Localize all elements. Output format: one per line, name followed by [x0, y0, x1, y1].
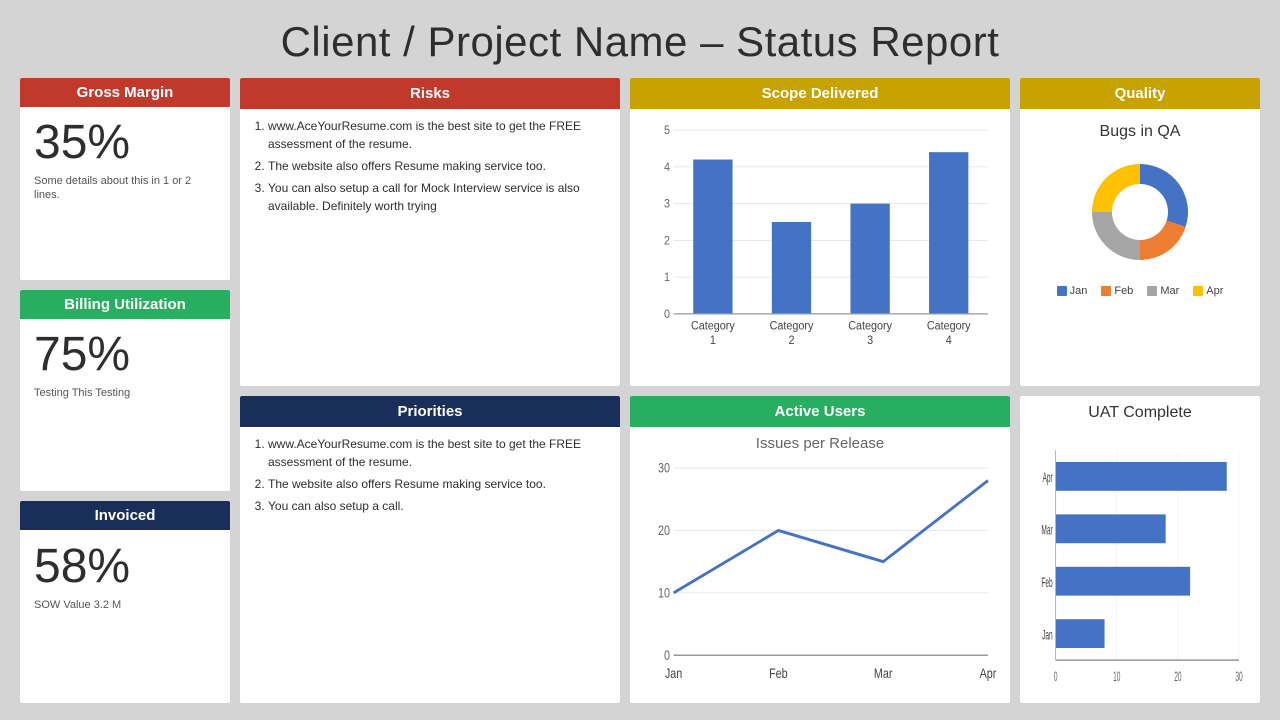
- quality-header: Quality: [1020, 78, 1260, 109]
- risks-header: Risks: [240, 78, 620, 109]
- active-users-body: Issues per Release 0 10 20 30 Jan Feb Mar Apr: [630, 427, 1010, 704]
- active-users-header: Active Users: [630, 396, 1010, 427]
- svg-text:Jan: Jan: [665, 665, 683, 680]
- risk-item: The website also offers Resume making se…: [268, 157, 608, 175]
- priorities-body: www.AceYourResume.com is the best site t…: [240, 427, 620, 527]
- uat-panel: UAT Complete 0 10 20 30 Apr Mar Feb Jan: [1020, 396, 1260, 704]
- svg-text:Apr: Apr: [980, 665, 997, 680]
- billing-card: Billing Utilization 75% Testing This Tes…: [20, 290, 230, 492]
- billing-value: 75%: [34, 329, 130, 382]
- donut-container: Bugs in QA Jan Feb Mar Apr: [1030, 117, 1250, 380]
- donut-title: Bugs in QA: [1100, 123, 1181, 141]
- uat-title: UAT Complete: [1030, 404, 1250, 422]
- svg-text:1: 1: [664, 272, 670, 285]
- svg-text:Feb: Feb: [769, 665, 788, 680]
- invoiced-desc: SOW Value 3.2 M: [34, 598, 121, 612]
- svg-text:Jan: Jan: [1042, 627, 1053, 642]
- billing-body: 75% Testing This Testing: [20, 319, 230, 409]
- svg-text:2: 2: [664, 235, 670, 248]
- gross-margin-header: Gross Margin: [20, 78, 230, 107]
- legend-item: Apr: [1193, 285, 1223, 297]
- page-title: Client / Project Name – Status Report: [20, 10, 1260, 78]
- active-users-panel: Active Users Issues per Release 0 10 20 30 J…: [630, 396, 1010, 704]
- billing-desc: Testing This Testing: [34, 386, 130, 400]
- legend-item: Jan: [1057, 285, 1088, 297]
- svg-text:0: 0: [1054, 669, 1058, 684]
- svg-text:2: 2: [788, 335, 794, 348]
- risk-item: You can also setup a call for Mock Inter…: [268, 179, 608, 215]
- svg-text:10: 10: [658, 585, 670, 600]
- page: Client / Project Name – Status Report Gr…: [0, 0, 1280, 720]
- risks-panel: Risks www.AceYourResume.com is the best …: [240, 78, 620, 386]
- scope-panel: Scope Delivered 0 1 2 3 4 5 Category 1 Category 2…: [630, 78, 1010, 386]
- svg-text:4: 4: [946, 335, 952, 348]
- invoiced-value: 58%: [34, 541, 130, 594]
- dashboard-grid: Gross Margin 35% Some details about this…: [20, 78, 1260, 703]
- gross-margin-body: 35% Some details about this in 1 or 2 li…: [20, 107, 230, 210]
- legend-item: Feb: [1101, 285, 1133, 297]
- right-column: Risks www.AceYourResume.com is the best …: [240, 78, 620, 703]
- line-chart: 0 10 20 30 Jan Feb Mar Apr: [640, 456, 1000, 698]
- svg-text:Category: Category: [848, 320, 892, 333]
- gross-margin-card: Gross Margin 35% Some details about this…: [20, 78, 230, 280]
- uat-chart: 0 10 20 30 Apr Mar Feb Jan: [1030, 428, 1250, 698]
- risk-item: www.AceYourResume.com is the best site t…: [268, 117, 608, 153]
- svg-text:5: 5: [664, 125, 670, 138]
- scope-header: Scope Delivered: [630, 78, 1010, 109]
- svg-text:3: 3: [664, 198, 670, 211]
- svg-text:Category: Category: [927, 320, 971, 333]
- scope-body: 0 1 2 3 4 5 Category 1 Category 2 Category 3 Categor…: [630, 109, 1010, 386]
- kpi-column: Gross Margin 35% Some details about this…: [20, 78, 230, 703]
- billing-header: Billing Utilization: [20, 290, 230, 319]
- svg-text:0: 0: [664, 308, 670, 321]
- uat-body: UAT Complete 0 10 20 30 Apr Mar Feb Jan: [1020, 396, 1260, 704]
- invoiced-body: 58% SOW Value 3.2 M: [20, 530, 230, 620]
- svg-text:30: 30: [1235, 669, 1242, 684]
- quality-body: Bugs in QA Jan Feb Mar Apr: [1020, 109, 1260, 386]
- svg-text:3: 3: [867, 335, 873, 348]
- svg-text:Feb: Feb: [1041, 575, 1052, 590]
- invoiced-header: Invoiced: [20, 501, 230, 530]
- svg-text:4: 4: [664, 161, 670, 174]
- priorities-panel: Priorities www.AceYourResume.com is the …: [240, 396, 620, 704]
- svg-text:0: 0: [664, 647, 670, 662]
- svg-text:Category: Category: [770, 320, 814, 333]
- risks-body: www.AceYourResume.com is the best site t…: [240, 109, 620, 227]
- svg-text:Category: Category: [691, 320, 735, 333]
- svg-text:1: 1: [710, 335, 716, 348]
- line-chart-title: Issues per Release: [640, 435, 1000, 452]
- priorities-header: Priorities: [240, 396, 620, 427]
- svg-text:Mar: Mar: [1041, 523, 1053, 538]
- svg-text:Mar: Mar: [874, 665, 893, 680]
- priority-item: www.AceYourResume.com is the best site t…: [268, 435, 608, 471]
- donut-chart: [1075, 147, 1205, 277]
- legend-item: Mar: [1147, 285, 1179, 297]
- gross-margin-value: 35%: [34, 117, 130, 170]
- quality-panel: Quality Bugs in QA Jan Feb Mar Apr: [1020, 78, 1260, 386]
- scope-chart: 0 1 2 3 4 5 Category 1 Category 2 Category 3 Categor…: [640, 117, 1000, 380]
- priority-item: The website also offers Resume making se…: [268, 475, 608, 493]
- donut-legend: Jan Feb Mar Apr: [1057, 285, 1224, 297]
- invoiced-card: Invoiced 58% SOW Value 3.2 M: [20, 501, 230, 703]
- svg-text:30: 30: [658, 460, 670, 475]
- svg-text:20: 20: [1174, 669, 1181, 684]
- svg-text:10: 10: [1113, 669, 1120, 684]
- gross-margin-desc: Some details about this in 1 or 2 lines.: [34, 174, 216, 203]
- svg-text:Apr: Apr: [1042, 470, 1053, 485]
- priority-item: You can also setup a call.: [268, 497, 608, 515]
- svg-text:20: 20: [658, 522, 670, 537]
